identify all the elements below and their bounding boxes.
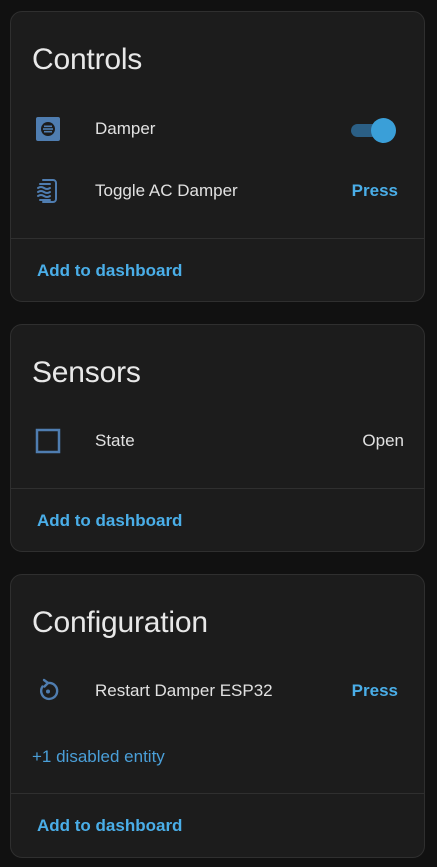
damper-label: Damper (95, 119, 156, 138)
state-label: State (95, 431, 135, 450)
restart-icon (34, 677, 62, 705)
restart-label: Restart Damper ESP32 (95, 681, 273, 700)
control-row-toggle-ac-damper[interactable]: Toggle AC Damper Press (11, 171, 424, 211)
square-outline-icon (34, 427, 62, 455)
controls-card: Controls Damper Toggle AC Damper Press A… (10, 11, 425, 302)
sensors-divider (11, 488, 424, 489)
controls-divider (11, 238, 424, 239)
sensors-card: Sensors State Open Add to dashboard (10, 324, 425, 552)
config-row-restart[interactable]: Restart Damper ESP32 Press (11, 671, 424, 711)
configuration-divider (11, 793, 424, 794)
state-value: Open (362, 431, 404, 450)
controls-title: Controls (32, 43, 143, 76)
restart-press-button[interactable]: Press (352, 681, 398, 701)
sensor-row-state[interactable]: State Open (11, 421, 424, 461)
toggle-ac-damper-press-button[interactable]: Press (352, 181, 398, 201)
sensors-add-to-dashboard-button[interactable]: Add to dashboard (37, 511, 182, 531)
configuration-title: Configuration (32, 606, 208, 639)
toggle-knob (371, 118, 396, 143)
control-row-damper[interactable]: Damper (11, 109, 424, 149)
sensors-title: Sensors (32, 356, 141, 389)
disabled-entities-link[interactable]: +1 disabled entity (32, 747, 165, 767)
configuration-card: Configuration Restart Damper ESP32 Press… (10, 574, 425, 858)
damper-icon (34, 115, 62, 143)
damper-toggle[interactable] (349, 117, 397, 143)
controls-add-to-dashboard-button[interactable]: Add to dashboard (37, 261, 182, 281)
configuration-add-to-dashboard-button[interactable]: Add to dashboard (37, 816, 182, 836)
toggle-ac-damper-label: Toggle AC Damper (95, 181, 238, 200)
ac-damper-icon (34, 177, 62, 205)
